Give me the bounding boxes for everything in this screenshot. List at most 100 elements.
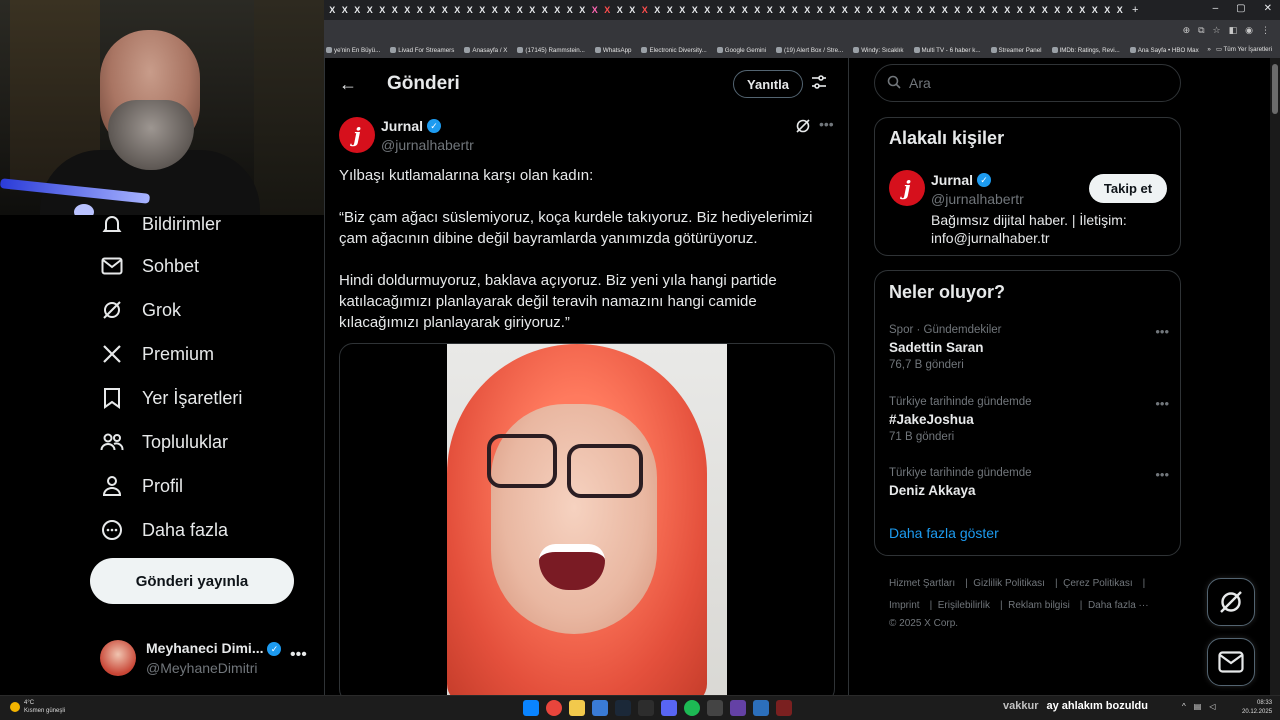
more-icon[interactable]: •••: [819, 116, 834, 132]
browser-tab[interactable]: X: [589, 3, 602, 17]
browser-tab[interactable]: X: [626, 3, 639, 17]
browser-tab[interactable]: X: [676, 3, 689, 17]
browser-tab[interactable]: X: [739, 3, 752, 17]
browser-tab[interactable]: X: [501, 3, 514, 17]
bookmarks-more[interactable]: »: [1207, 46, 1210, 53]
share-icon[interactable]: ⧉: [1198, 25, 1204, 36]
footer-link[interactable]: Reklam bilgisi: [1008, 600, 1070, 611]
tweet-video[interactable]: [339, 343, 835, 695]
related-name[interactable]: Jurnal ✓: [931, 172, 992, 188]
bookmarks-folder[interactable]: » ▭ Tüm Yer İşaretleri: [1207, 46, 1272, 53]
show-more-link[interactable]: Daha fazla göster: [889, 525, 999, 541]
discord-icon[interactable]: [661, 700, 677, 716]
footer-link[interactable]: Daha fazla ···: [1088, 600, 1149, 611]
browser-tab[interactable]: X: [801, 3, 814, 17]
volume-icon[interactable]: ◁: [1209, 702, 1215, 711]
browser-tab[interactable]: X: [826, 3, 839, 17]
browser-tab[interactable]: X: [464, 3, 477, 17]
footer-link[interactable]: Çerez Politikası: [1063, 578, 1132, 589]
browser-tab[interactable]: X: [926, 3, 939, 17]
browser-tab[interactable]: X: [476, 3, 489, 17]
scrollbar-thumb[interactable]: [1272, 64, 1278, 114]
bookmark-item[interactable]: Google Gemini: [716, 47, 766, 54]
bookmark-item[interactable]: (19) Alert Box / Stre...: [776, 47, 843, 54]
app-icon[interactable]: [730, 700, 746, 716]
browser-tab[interactable]: X: [576, 3, 589, 17]
bookmark-item[interactable]: IMDb: Ratings, Revi...: [1051, 47, 1120, 54]
browser-tab[interactable]: X: [1001, 3, 1014, 17]
browser-tab[interactable]: X: [551, 3, 564, 17]
sidebar-item-profil[interactable]: Profil: [100, 474, 183, 498]
weather-widget[interactable]: 4°C Kısmen güneşli: [10, 699, 65, 715]
bookmark-item[interactable]: Streamer Panel: [990, 47, 1042, 54]
browser-tab[interactable]: X: [351, 3, 364, 17]
bookmark-item[interactable]: ye'nin En Büyü...: [326, 47, 380, 54]
minimize-icon[interactable]: –: [1213, 3, 1219, 14]
footer-link[interactable]: Hizmet Şartları: [889, 578, 955, 589]
page-scrollbar[interactable]: [1270, 58, 1280, 695]
steam-icon[interactable]: [615, 700, 631, 716]
browser-tab[interactable]: X: [526, 3, 539, 17]
app-icon[interactable]: [753, 700, 769, 716]
clock[interactable]: 08:33 20.12.2025: [1242, 699, 1272, 717]
jurnal-logo[interactable]: j: [889, 170, 925, 206]
footer-link[interactable]: Imprint: [889, 600, 920, 611]
trend-item[interactable]: Spor · Gündemdekiler Sadettin Saran 76,7…: [889, 324, 1169, 371]
app-icon[interactable]: [592, 700, 608, 716]
browser-tab[interactable]: X: [876, 3, 889, 17]
browser-tab[interactable]: X: [651, 3, 664, 17]
browser-tab[interactable]: X: [364, 3, 377, 17]
browser-tab[interactable]: X: [864, 3, 877, 17]
browser-tab[interactable]: X: [514, 3, 527, 17]
account-switcher[interactable]: Meyhaneci Dimi... ✓ @MeyhaneDimitri •••: [100, 638, 310, 682]
browser-tab[interactable]: X: [776, 3, 789, 17]
browser-tab[interactable]: X: [1064, 3, 1077, 17]
sidebar-item-bildirimler[interactable]: Bildirimler: [100, 212, 221, 236]
trend-item[interactable]: Türkiye tarihinde gündemde #JakeJoshua 7…: [889, 396, 1169, 443]
more-icon[interactable]: •••: [290, 646, 307, 664]
browser-tab[interactable]: X: [764, 3, 777, 17]
browser-tab[interactable]: X: [964, 3, 977, 17]
bookmark-item[interactable]: Livad For Streamers: [390, 47, 454, 54]
sidebar-item-grok[interactable]: Grok: [100, 298, 181, 322]
browser-tab[interactable]: X: [451, 3, 464, 17]
grok-icon[interactable]: [795, 118, 811, 137]
windows-start-icon[interactable]: [523, 700, 539, 716]
browser-tab[interactable]: X: [639, 3, 652, 17]
menu-icon[interactable]: ⋮: [1261, 25, 1270, 36]
more-icon[interactable]: •••: [1155, 324, 1169, 339]
browser-tab[interactable]: X: [701, 3, 714, 17]
browser-tab[interactable]: X: [951, 3, 964, 17]
sidebar-item-sohbet[interactable]: Sohbet: [100, 254, 199, 278]
network-icon[interactable]: ▤: [1194, 702, 1202, 711]
browser-tab[interactable]: X: [889, 3, 902, 17]
app-icon[interactable]: [707, 700, 723, 716]
search-input[interactable]: Ara: [874, 64, 1181, 102]
browser-tab[interactable]: X: [564, 3, 577, 17]
sidebar-item-premium[interactable]: Premium: [100, 342, 214, 366]
more-icon[interactable]: •••: [1155, 396, 1169, 411]
browser-tab[interactable]: X: [614, 3, 627, 17]
spotify-icon[interactable]: [684, 700, 700, 716]
browser-tab[interactable]: X: [1039, 3, 1052, 17]
zoom-icon[interactable]: ⊕: [1183, 25, 1191, 36]
browser-tab[interactable]: X: [489, 3, 502, 17]
browser-tab[interactable]: X: [426, 3, 439, 17]
browser-tab[interactable]: X: [814, 3, 827, 17]
browser-tab[interactable]: X: [1051, 3, 1064, 17]
browser-tab[interactable]: X: [1076, 3, 1089, 17]
tweet-author-handle[interactable]: @jurnalhabertr: [381, 137, 474, 153]
browser-tab[interactable]: X: [901, 3, 914, 17]
footer-link[interactable]: Erişilebilirlik: [938, 600, 990, 611]
browser-tab[interactable]: X: [1089, 3, 1102, 17]
jurnal-logo[interactable]: j: [339, 117, 375, 153]
browser-tab[interactable]: X: [601, 3, 614, 17]
chevron-up-icon[interactable]: ^: [1182, 702, 1186, 711]
star-icon[interactable]: ☆: [1213, 25, 1221, 36]
browser-tab[interactable]: X: [976, 3, 989, 17]
browser-tab[interactable]: X: [401, 3, 414, 17]
browser-tab[interactable]: X: [689, 3, 702, 17]
browser-tab[interactable]: X: [989, 3, 1002, 17]
new-tab-button[interactable]: +: [1132, 4, 1138, 16]
maximize-icon[interactable]: ▢: [1236, 3, 1245, 14]
